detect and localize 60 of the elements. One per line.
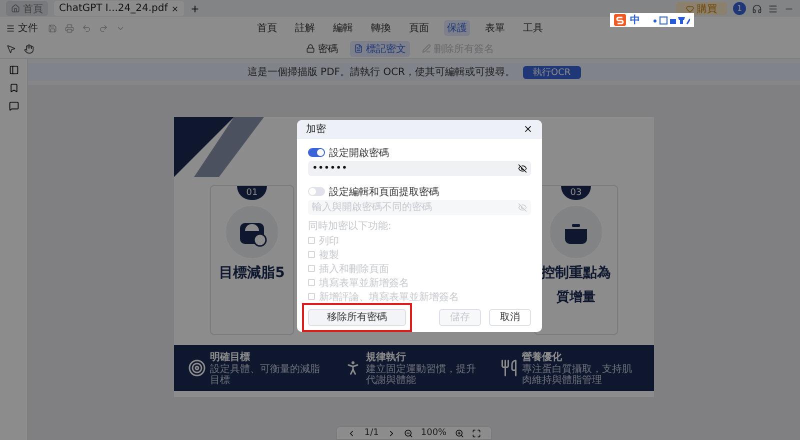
- tip-text: 設定具體、可衡量的減脂目標: [210, 364, 321, 386]
- comment-icon[interactable]: [8, 101, 18, 111]
- toggle-label: 設定編輯和頁面提取密碼: [329, 186, 439, 199]
- password-field[interactable]: ••••••: [308, 160, 531, 176]
- menu-icon[interactable]: [768, 4, 778, 14]
- heart-icon: [686, 4, 694, 12]
- tip-title: 規律執行: [366, 350, 407, 364]
- menu-tab[interactable]: 表單: [482, 20, 508, 36]
- menu-tab[interactable]: 頁面: [406, 20, 432, 36]
- card-title: 目標減脂5: [219, 264, 285, 282]
- card-title: 控制重點為: [541, 264, 611, 282]
- card-number: 01: [237, 186, 267, 200]
- input-mode[interactable]: 中: [630, 13, 640, 27]
- tip-text: 專注蛋白質攝取，支持肌肉維持與體脂管理: [522, 364, 633, 386]
- cancel-button[interactable]: 取消: [489, 308, 531, 326]
- hide-password-icon[interactable]: [518, 164, 527, 173]
- pen-icon: [422, 44, 431, 53]
- toggle-switch[interactable]: [308, 187, 325, 196]
- menu-tab[interactable]: 註解: [292, 20, 318, 36]
- menu-tab[interactable]: 工具: [520, 20, 546, 36]
- toolbar-button[interactable]: 標記密文: [350, 40, 410, 56]
- file-menu[interactable]: 文件: [6, 21, 38, 35]
- cutlery-icon: [500, 359, 518, 377]
- document-tab[interactable]: ChatGPT I...24_24.pdf: [54, 1, 184, 16]
- document-icon: [354, 44, 363, 53]
- user-avatar[interactable]: 1: [733, 2, 746, 15]
- menu-tab[interactable]: 編輯: [330, 20, 356, 36]
- headset-icon[interactable]: [752, 4, 762, 14]
- zoom-out-icon[interactable]: [404, 428, 413, 438]
- banner-message: 這是一個掃描版 PDF。請執行 OCR，使其可編輯或可搜尋。: [247, 66, 516, 79]
- panel-icon[interactable]: [8, 65, 18, 75]
- close-icon[interactable]: [523, 124, 533, 134]
- zoom-level[interactable]: 100%: [420, 428, 447, 438]
- tip-title: 明確目標: [210, 350, 251, 364]
- tip-text: 建立固定運動習慣，提升代謝與體能: [366, 364, 477, 386]
- ocr-button[interactable]: 執行OCR: [523, 66, 581, 78]
- toggle-switch[interactable]: [308, 148, 325, 158]
- target-icon: [188, 359, 206, 377]
- hand-icon[interactable]: [24, 44, 34, 54]
- toggle-label: 設定開啟密碼: [329, 146, 389, 160]
- dialog-title: 加密: [306, 122, 326, 136]
- section-label: 同時加密以下功能:: [308, 220, 392, 233]
- fit-icon[interactable]: [472, 428, 481, 438]
- lock-icon: [306, 44, 315, 53]
- toolbar-button[interactable]: 密碼: [302, 40, 342, 56]
- home-icon: [11, 4, 20, 13]
- card-subtitle: 質增量: [556, 288, 596, 306]
- zoom-in-icon[interactable]: [454, 428, 464, 438]
- card-number: 03: [561, 186, 591, 200]
- menu-tab[interactable]: 轉換: [368, 20, 394, 36]
- page-number[interactable]: 1/1: [364, 428, 379, 438]
- menu-tab[interactable]: 首頁: [254, 20, 280, 36]
- ime-logo[interactable]: [614, 14, 626, 26]
- menu-icon: [6, 24, 15, 32]
- menu-tab[interactable]: 保護: [444, 20, 470, 36]
- pointer-icon[interactable]: [6, 44, 16, 54]
- bookmark-icon[interactable]: [8, 83, 18, 93]
- tip-title: 營養優化: [522, 350, 563, 364]
- add-tab-icon[interactable]: [190, 4, 200, 14]
- remove-passwords-button[interactable]: 移除所有密碼: [308, 308, 406, 326]
